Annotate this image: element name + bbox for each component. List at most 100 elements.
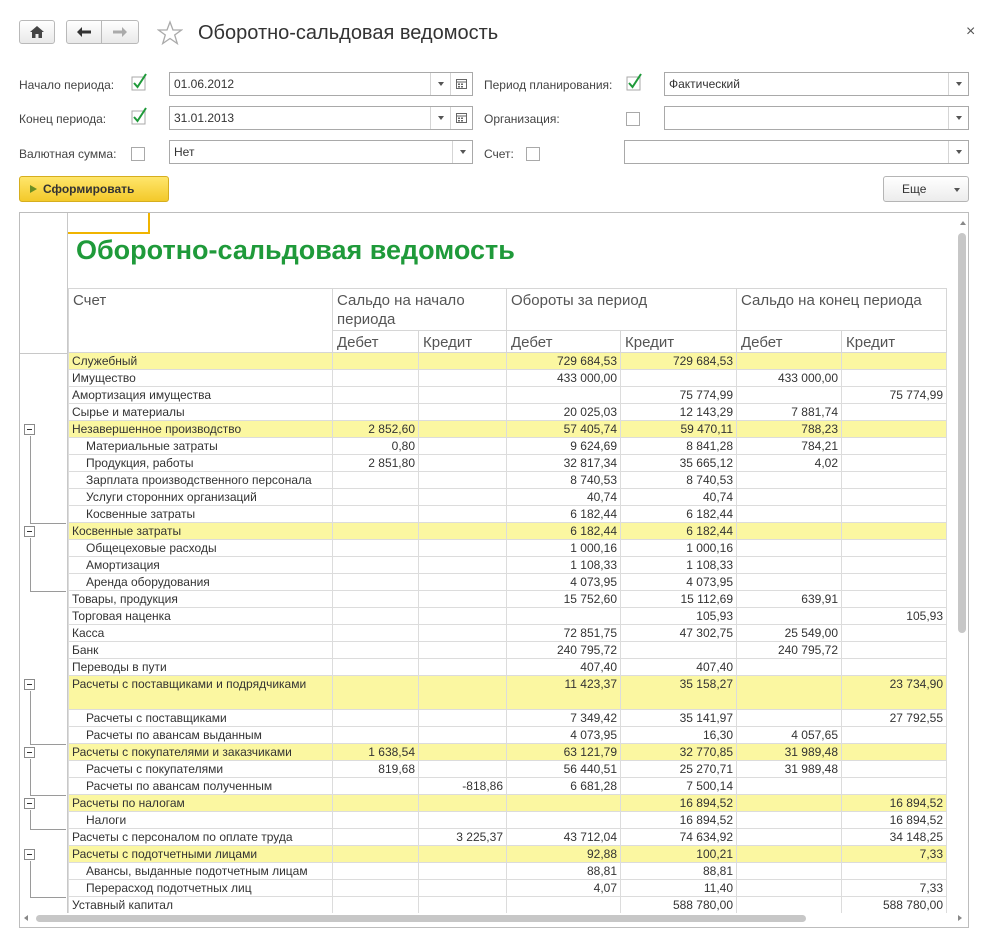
calendar-icon[interactable] [450,73,472,95]
table-row[interactable]: Расчеты с поставщиками и подрядчиками 11 … [68,675,947,710]
amount-cell [332,811,419,829]
table-row[interactable]: Продукция, работы 2 851,80 32 817,34 35 665… [68,454,947,472]
dropdown-arrow-icon[interactable] [948,107,968,129]
scroll-right-icon[interactable] [958,915,962,921]
amount-cell: 105,93 [841,607,947,625]
table-row[interactable]: Товары, продукция 15 752,60 15 112,69 639,9… [68,590,947,608]
amount-cell [332,777,419,795]
amount-cell [736,556,842,574]
collapse-group-icon[interactable] [24,797,35,809]
dropdown-arrow-icon[interactable] [452,141,472,163]
amount-cell: 11,40 [620,879,737,897]
account-name-cell: Расчеты с персоналом по оплате труда [68,828,333,846]
table-row[interactable]: Расчеты с покупателями и заказчиками 1 63… [68,743,947,761]
table-row[interactable]: Расчеты с подотчетными лицами 92,88 100,21… [68,845,947,863]
forward-button[interactable] [101,20,139,44]
currency-sum-select[interactable]: Нет [169,140,473,164]
organization-checkbox[interactable] [626,112,640,126]
horizontal-scrollbar[interactable] [36,915,806,922]
table-row[interactable]: Имущество 433 000,00 433 000,00 [68,369,947,387]
amount-cell: 72 851,75 [506,624,621,642]
planning-period-checkbox[interactable] [626,73,642,92]
end-period-field[interactable]: 31.01.2013 [169,106,473,130]
scroll-left-icon[interactable] [24,915,28,921]
table-row[interactable]: Аренда оборудования 4 073,95 4 073,95 [68,573,947,591]
planning-period-select[interactable]: Фактический [664,72,969,96]
collapse-group-icon[interactable] [24,848,35,860]
amount-cell [418,811,507,829]
amount-cell: 2 851,80 [332,454,419,472]
table-row[interactable]: Расчеты по авансам выданным 4 073,95 16,30… [68,726,947,744]
table-row[interactable]: Расчеты с персоналом по оплате труда 3 22… [68,828,947,846]
table-row[interactable]: Банк 240 795,72 240 795,72 [68,641,947,659]
generate-button[interactable]: Сформировать [19,176,169,202]
calendar-icon[interactable] [450,107,472,129]
table-row[interactable]: Расчеты с поставщиками 7 349,42 35 141,97 2… [68,709,947,727]
table-row[interactable]: Касса 72 851,75 47 302,75 25 549,00 [68,624,947,642]
table-row[interactable]: Переводы в пути 407,40 407,40 [68,658,947,676]
amount-cell [841,743,947,761]
back-button[interactable] [66,20,102,44]
scroll-up-icon[interactable] [960,221,966,225]
dropdown-arrow-icon[interactable] [430,107,450,129]
collapse-group-icon[interactable] [24,525,35,537]
table-row[interactable]: Зарплата производственного персонала 8 74… [68,471,947,489]
amount-cell [332,539,419,557]
amount-cell [418,454,507,472]
amount-cell: 8 740,53 [620,471,737,489]
vertical-scrollbar[interactable] [958,233,966,633]
collapse-group-icon[interactable] [24,746,35,758]
amount-cell: 4 073,95 [620,573,737,591]
amount-cell: 4 073,95 [506,726,621,744]
more-button[interactable]: Еще [883,176,969,202]
table-row[interactable]: Расчеты с покупателями 819,68 56 440,51 25 … [68,760,947,778]
home-button[interactable] [19,20,55,44]
table-row[interactable]: Услуги сторонних организаций 40,74 40,74 [68,488,947,506]
amount-cell: 47 302,75 [620,624,737,642]
currency-sum-checkbox[interactable] [131,147,145,161]
account-name-cell: Товары, продукция [68,590,333,608]
home-icon [30,26,44,38]
report-spreadsheet[interactable]: Оборотно-сальдовая ведомость Счет Сальдо… [19,212,969,928]
table-row[interactable]: Материальные затраты 0,80 9 624,69 8 841,28… [68,437,947,455]
checkmark-icon [131,73,147,91]
table-row[interactable]: Авансы, выданные подотчетным лицам 88,81 8… [68,862,947,880]
table-row[interactable]: Перерасход подотчетных лиц 4,07 11,40 7,33 [68,879,947,897]
amount-cell: 588 780,00 [841,896,947,913]
table-row[interactable]: Общецеховые расходы 1 000,16 1 000,16 [68,539,947,557]
amount-cell [736,352,842,370]
collapse-group-icon[interactable] [24,678,35,690]
end-period-checkbox[interactable] [131,107,147,126]
table-row[interactable]: Уставный капитал 588 780,00 588 780,00 [68,896,947,913]
start-period-field[interactable]: 01.06.2012 [169,72,473,96]
table-row[interactable]: Амортизация 1 108,33 1 108,33 [68,556,947,574]
account-select[interactable] [624,140,969,164]
organization-select[interactable] [664,106,969,130]
amount-cell [736,709,842,727]
amount-cell [736,522,842,540]
dropdown-arrow-icon[interactable] [430,73,450,95]
table-row[interactable]: Незавершенное производство 2 852,60 57 405… [68,420,947,438]
close-icon[interactable]: × [966,22,975,42]
collapse-group-icon[interactable] [24,423,35,435]
table-row[interactable]: Косвенные затраты 6 182,44 6 182,44 [68,522,947,540]
dropdown-arrow-icon[interactable] [948,73,968,95]
amount-cell [736,811,842,829]
amount-cell [841,471,947,489]
account-name-cell: Аренда оборудования [68,573,333,591]
table-row[interactable]: Сырье и материалы 20 025,03 12 143,29 7 881… [68,403,947,421]
account-checkbox[interactable] [526,147,540,161]
table-row[interactable]: Служебный 729 684,53 729 684,53 [68,352,947,370]
table-row[interactable]: Расчеты по авансам полученным -818,86 6 68… [68,777,947,795]
favorite-star-icon[interactable] [156,20,184,46]
table-row[interactable]: Налоги 16 894,52 16 894,52 [68,811,947,829]
table-row[interactable]: Амортизация имущества 75 774,99 75 774,99 [68,386,947,404]
header-debit: Дебет [332,330,419,353]
table-row[interactable]: Косвенные затраты 6 182,44 6 182,44 [68,505,947,523]
amount-cell: 8 740,53 [506,471,621,489]
table-row[interactable]: Расчеты по налогам 16 894,52 16 894,52 [68,794,947,812]
amount-cell [418,386,507,404]
dropdown-arrow-icon[interactable] [948,141,968,163]
start-period-checkbox[interactable] [131,73,147,92]
table-row[interactable]: Торговая наценка 105,93 105,93 [68,607,947,625]
